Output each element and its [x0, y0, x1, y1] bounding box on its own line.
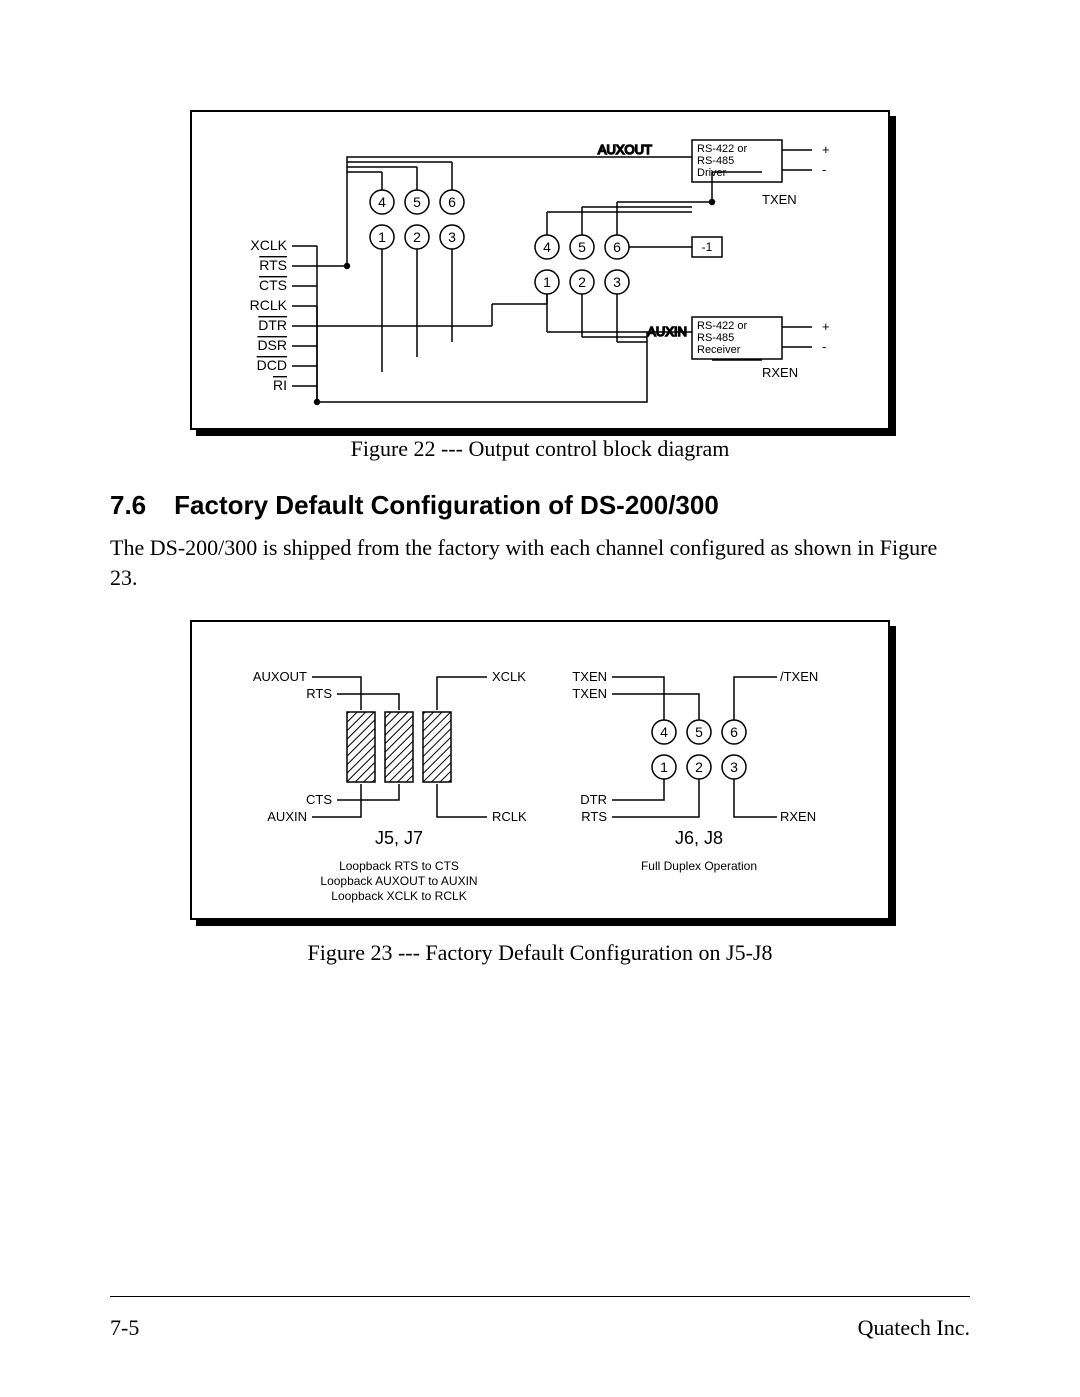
figure-23-diagram: AUXOUT RTS XCLK CTS AUXIN RCLK J5, J7 Lo… — [190, 620, 890, 920]
l-xclk: XCLK — [492, 669, 526, 684]
auxin-label: AUXIN — [647, 324, 687, 339]
section-title: Factory Default Configuration of DS-200/… — [174, 490, 719, 520]
l-auxin: AUXIN — [267, 809, 307, 824]
signal-dcd: DCD — [257, 357, 287, 373]
txen-label: TXEN — [762, 192, 797, 207]
jumper-block-1 — [347, 712, 375, 782]
pin2-r: 2 — [578, 274, 586, 290]
rxen-label: RXEN — [762, 365, 798, 380]
figure-23-wrap: AUXOUT RTS XCLK CTS AUXIN RCLK J5, J7 Lo… — [110, 620, 970, 966]
recv-l2: RS-485 — [697, 332, 734, 344]
plus2: + — [822, 319, 830, 334]
footer-rule — [110, 1296, 970, 1297]
signal-rts: RTS — [259, 257, 287, 273]
figure-22-caption: Figure 22 --- Output control block diagr… — [351, 436, 730, 462]
j5j7-label: J5, J7 — [375, 828, 423, 848]
signal-dtr: DTR — [258, 317, 287, 333]
figure-22-shadow: XCLK RTS CTS RCLK DTR DSR DCD RI — [190, 110, 890, 430]
right-pin-header: 4 5 6 1 2 3 — [652, 720, 746, 779]
signal-ri: RI — [273, 377, 287, 393]
note1: Loopback RTS to CTS — [339, 859, 459, 873]
signal-dsr: DSR — [257, 337, 287, 353]
r-txen1: TXEN — [572, 669, 607, 684]
signal-cts: CTS — [259, 277, 287, 293]
figure-22-wrap: XCLK RTS CTS RCLK DTR DSR DCD RI — [110, 110, 970, 462]
minus1: - — [822, 162, 826, 177]
figure-23-caption: Figure 23 --- Factory Default Configurat… — [308, 940, 773, 966]
r-note: Full Duplex Operation — [641, 859, 757, 873]
figure-23-svg: AUXOUT RTS XCLK CTS AUXIN RCLK J5, J7 Lo… — [192, 622, 892, 922]
pin2-left: 2 — [413, 229, 421, 245]
driver-l1: RS-422 or — [697, 143, 747, 155]
jumper-block-2 — [385, 712, 413, 782]
l-rts: RTS — [306, 686, 332, 701]
r-pin1: 1 — [660, 759, 668, 775]
pin4-left: 4 — [378, 194, 386, 210]
pin5-r: 5 — [578, 239, 586, 255]
r-dtr: DTR — [580, 792, 607, 807]
pin1-r: 1 — [543, 274, 551, 290]
recv-l3: Receiver — [697, 344, 741, 356]
section-paragraph: The DS-200/300 is shipped from the facto… — [110, 533, 970, 592]
minus1-box: -1 — [692, 237, 722, 257]
section-number: 7.6 — [110, 490, 146, 521]
r-rts: RTS — [581, 809, 607, 824]
receiver-box: RS-422 or RS-485 Receiver + - RXEN — [692, 317, 830, 380]
company-name: Quatech Inc. — [858, 1315, 970, 1341]
left-header: 4 5 6 1 2 3 — [370, 190, 464, 249]
note3: Loopback XCLK to RCLK — [331, 889, 466, 903]
r-pin3: 3 — [730, 759, 738, 775]
r-pin2: 2 — [695, 759, 703, 775]
l-rclk: RCLK — [492, 809, 527, 824]
auxout-label: AUXOUT — [598, 142, 652, 157]
r-pin6: 6 — [730, 724, 738, 740]
j6j8-label: J6, J8 — [675, 828, 723, 848]
right-header: 4 5 6 1 2 3 — [535, 235, 629, 294]
plus1: + — [822, 142, 830, 157]
figure-22-svg: XCLK RTS CTS RCLK DTR DSR DCD RI — [192, 112, 892, 432]
page-number: 7-5 — [110, 1315, 139, 1341]
pin1-left: 1 — [378, 229, 386, 245]
minus1-text: -1 — [702, 240, 713, 254]
document-page: XCLK RTS CTS RCLK DTR DSR DCD RI — [0, 0, 1080, 1397]
r-txen2: TXEN — [572, 686, 607, 701]
r-pin5: 5 — [695, 724, 703, 740]
pin5-left: 5 — [413, 194, 421, 210]
figure-23-shadow: AUXOUT RTS XCLK CTS AUXIN RCLK J5, J7 Lo… — [190, 620, 890, 920]
l-auxout: AUXOUT — [253, 669, 307, 684]
jumper-block-3 — [423, 712, 451, 782]
r-pin4: 4 — [660, 724, 668, 740]
note2: Loopback AUXOUT to AUXIN — [320, 874, 477, 888]
driver-l3: Driver — [697, 167, 727, 179]
pin6-left: 6 — [448, 194, 456, 210]
signal-rclk: RCLK — [250, 297, 288, 313]
l-cts: CTS — [306, 792, 332, 807]
pin6-r: 6 — [613, 239, 621, 255]
figure-22-diagram: XCLK RTS CTS RCLK DTR DSR DCD RI — [190, 110, 890, 430]
r-slash-txen: /TXEN — [780, 669, 818, 684]
recv-l1: RS-422 or — [697, 320, 747, 332]
signal-xclk: XCLK — [250, 237, 287, 253]
page-footer: 7-5 Quatech Inc. — [110, 1315, 970, 1341]
pin4-r: 4 — [543, 239, 551, 255]
driver-l2: RS-485 — [697, 155, 734, 167]
pin3-left: 3 — [448, 229, 456, 245]
section-heading: 7.6 Factory Default Configuration of DS-2… — [110, 490, 970, 521]
minus2: - — [822, 339, 826, 354]
r-rxen: RXEN — [780, 809, 816, 824]
pin3-r: 3 — [613, 274, 621, 290]
